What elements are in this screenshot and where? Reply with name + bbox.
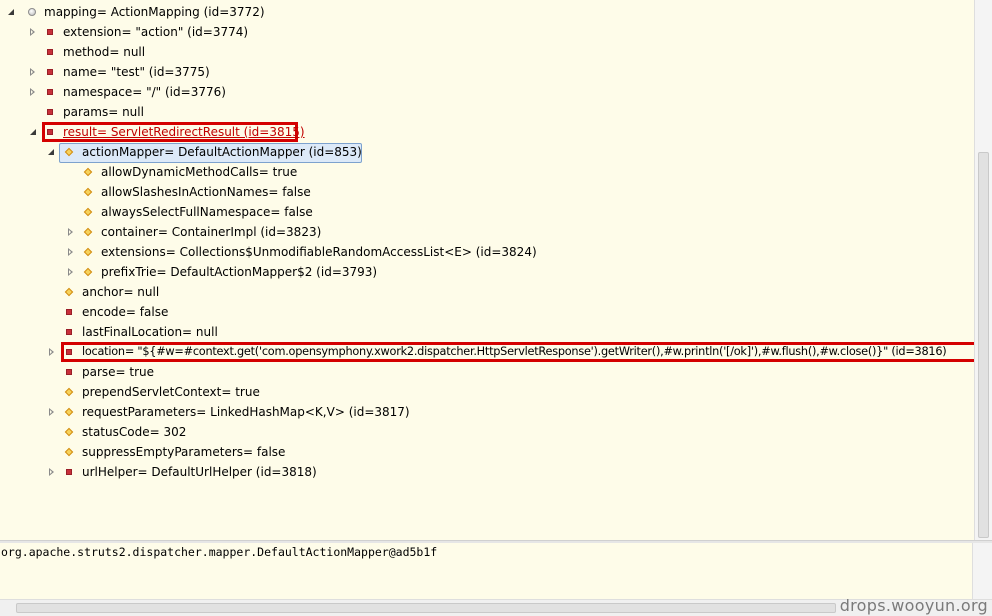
protected-field-icon xyxy=(82,202,94,222)
local-variable-icon xyxy=(26,2,38,22)
tree-row-allow-slashes[interactable]: allowSlashesInActionNames= false xyxy=(0,182,974,202)
private-field-icon xyxy=(63,322,75,342)
private-field-icon xyxy=(44,122,56,142)
protected-field-icon xyxy=(82,222,94,242)
protected-field-icon xyxy=(63,282,75,302)
tree-row-label: mapping= ActionMapping (id=3772) xyxy=(44,5,265,19)
tree-expand-closed-icon[interactable] xyxy=(66,222,78,242)
protected-field-icon xyxy=(63,382,75,402)
protected-field-icon xyxy=(82,182,94,202)
tree-row-url-helper[interactable]: urlHelper= DefaultUrlHelper (id=3818) xyxy=(0,462,974,482)
tree-expand-closed-icon[interactable] xyxy=(47,462,59,482)
tree-expand-open-icon[interactable] xyxy=(28,122,40,142)
tree-scrollbar-thumb[interactable] xyxy=(978,152,989,538)
tree-row-label: suppressEmptyParameters= false xyxy=(82,445,286,459)
tree-row-result[interactable]: result= ServletRedirectResult (id=3815) xyxy=(0,122,974,142)
tree-row-mapping[interactable]: mapping= ActionMapping (id=3772) xyxy=(0,2,974,22)
tree-row-label: method= null xyxy=(63,45,146,59)
tree-row-label: parse= true xyxy=(82,365,155,379)
tree-row-name[interactable]: name= "test" (id=3775) xyxy=(0,62,974,82)
private-field-icon xyxy=(44,82,56,102)
tree-expand-closed-icon[interactable] xyxy=(47,402,59,422)
protected-field-icon xyxy=(82,162,94,182)
tree-expand-open-icon[interactable] xyxy=(6,2,18,22)
protected-field-icon xyxy=(63,422,75,442)
tree-row-label: statusCode= 302 xyxy=(82,425,187,439)
tree-row-label: container= ContainerImpl (id=3823) xyxy=(101,225,322,239)
private-field-icon xyxy=(63,462,75,482)
tree-row-suppress-empty-parameters[interactable]: suppressEmptyParameters= false xyxy=(0,442,974,462)
tree-expand-closed-icon[interactable] xyxy=(28,82,40,102)
tree-vertical-scrollbar[interactable] xyxy=(974,0,992,540)
tree-row-label: name= "test" (id=3775) xyxy=(63,65,210,79)
tree-row-method[interactable]: method= null xyxy=(0,42,974,62)
tree-expand-closed-icon[interactable] xyxy=(28,22,40,42)
private-field-icon xyxy=(44,42,56,62)
protected-field-icon xyxy=(63,402,75,422)
tree-row-label: result= ServletRedirectResult (id=3815) xyxy=(63,125,305,139)
private-field-icon xyxy=(63,362,75,382)
tree-row-extensions[interactable]: extensions= Collections$UnmodifiableRand… xyxy=(0,242,974,262)
private-field-icon xyxy=(63,302,75,322)
private-field-icon xyxy=(44,62,56,82)
detail-vertical-scrollbar[interactable] xyxy=(972,543,992,599)
tree-row-extension[interactable]: extension= "action" (id=3774) xyxy=(0,22,974,42)
tree-row-label: actionMapper= DefaultActionMapper (id=85… xyxy=(82,145,362,159)
tree-row-label: prependServletContext= true xyxy=(82,385,260,399)
tree-row-namespace[interactable]: namespace= "/" (id=3776) xyxy=(0,82,974,102)
tree-row-label: lastFinalLocation= null xyxy=(82,325,218,339)
tree-expand-closed-icon[interactable] xyxy=(66,262,78,282)
tree-row-label: params= null xyxy=(63,105,144,119)
tree-row-last-final-location[interactable]: lastFinalLocation= null xyxy=(0,322,974,342)
detail-text: org.apache.struts2.dispatcher.mapper.Def… xyxy=(1,545,438,559)
tree-row-action-mapper[interactable]: actionMapper= DefaultActionMapper (id=85… xyxy=(0,142,974,162)
tree-row-parse[interactable]: parse= true xyxy=(0,362,974,382)
tree-row-prefix-trie[interactable]: prefixTrie= DefaultActionMapper$2 (id=37… xyxy=(0,262,974,282)
tree-row-allow-dynamic-method-calls[interactable]: allowDynamicMethodCalls= true xyxy=(0,162,974,182)
tree-expand-closed-icon[interactable] xyxy=(66,242,78,262)
tree-row-prepend-servlet-context[interactable]: prependServletContext= true xyxy=(0,382,974,402)
tree-row-container[interactable]: container= ContainerImpl (id=3823) xyxy=(0,222,974,242)
tree-row-location[interactable]: location= "${#w=#context.get('com.opensy… xyxy=(0,342,974,362)
private-field-icon xyxy=(63,342,75,362)
tree-row-label: urlHelper= DefaultUrlHelper (id=3818) xyxy=(82,465,317,479)
tree-expand-closed-icon[interactable] xyxy=(28,62,40,82)
detail-scrollbar-thumb[interactable] xyxy=(16,603,836,613)
tree-row-request-parameters[interactable]: requestParameters= LinkedHashMap<K,V> (i… xyxy=(0,402,974,422)
tree-expand-open-icon[interactable] xyxy=(46,142,58,162)
tree-row-label: extensions= Collections$UnmodifiableRand… xyxy=(101,245,537,259)
tree-row-label: namespace= "/" (id=3776) xyxy=(63,85,226,99)
tree-row-params[interactable]: params= null xyxy=(0,102,974,122)
variables-tree[interactable]: mapping= ActionMapping (id=3772) extensi… xyxy=(0,0,974,540)
tree-row-label: prefixTrie= DefaultActionMapper$2 (id=37… xyxy=(101,265,378,279)
protected-field-icon xyxy=(82,262,94,282)
protected-field-icon xyxy=(63,442,75,462)
tree-row-anchor[interactable]: anchor= null xyxy=(0,282,974,302)
tree-row-encode[interactable]: encode= false xyxy=(0,302,974,322)
tree-row-label: anchor= null xyxy=(82,285,160,299)
private-field-icon xyxy=(44,22,56,42)
protected-field-icon xyxy=(82,242,94,262)
watermark: drops.wooyun.org xyxy=(839,596,988,615)
tree-row-label: location= "${#w=#context.get('com.opensy… xyxy=(82,345,947,358)
tree-row-label: extension= "action" (id=3774) xyxy=(63,25,249,39)
tree-row-always-select-full-namespace[interactable]: alwaysSelectFullNamespace= false xyxy=(0,202,974,222)
tree-row-label: encode= false xyxy=(82,305,169,319)
protected-field-icon xyxy=(63,142,75,162)
tree-row-label: alwaysSelectFullNamespace= false xyxy=(101,205,313,219)
tree-row-status-code[interactable]: statusCode= 302 xyxy=(0,422,974,442)
tree-expand-closed-icon[interactable] xyxy=(47,342,59,362)
tree-row-label: allowSlashesInActionNames= false xyxy=(101,185,311,199)
tree-row-label: requestParameters= LinkedHashMap<K,V> (i… xyxy=(82,405,410,419)
private-field-icon xyxy=(44,102,56,122)
tree-row-label: allowDynamicMethodCalls= true xyxy=(101,165,298,179)
